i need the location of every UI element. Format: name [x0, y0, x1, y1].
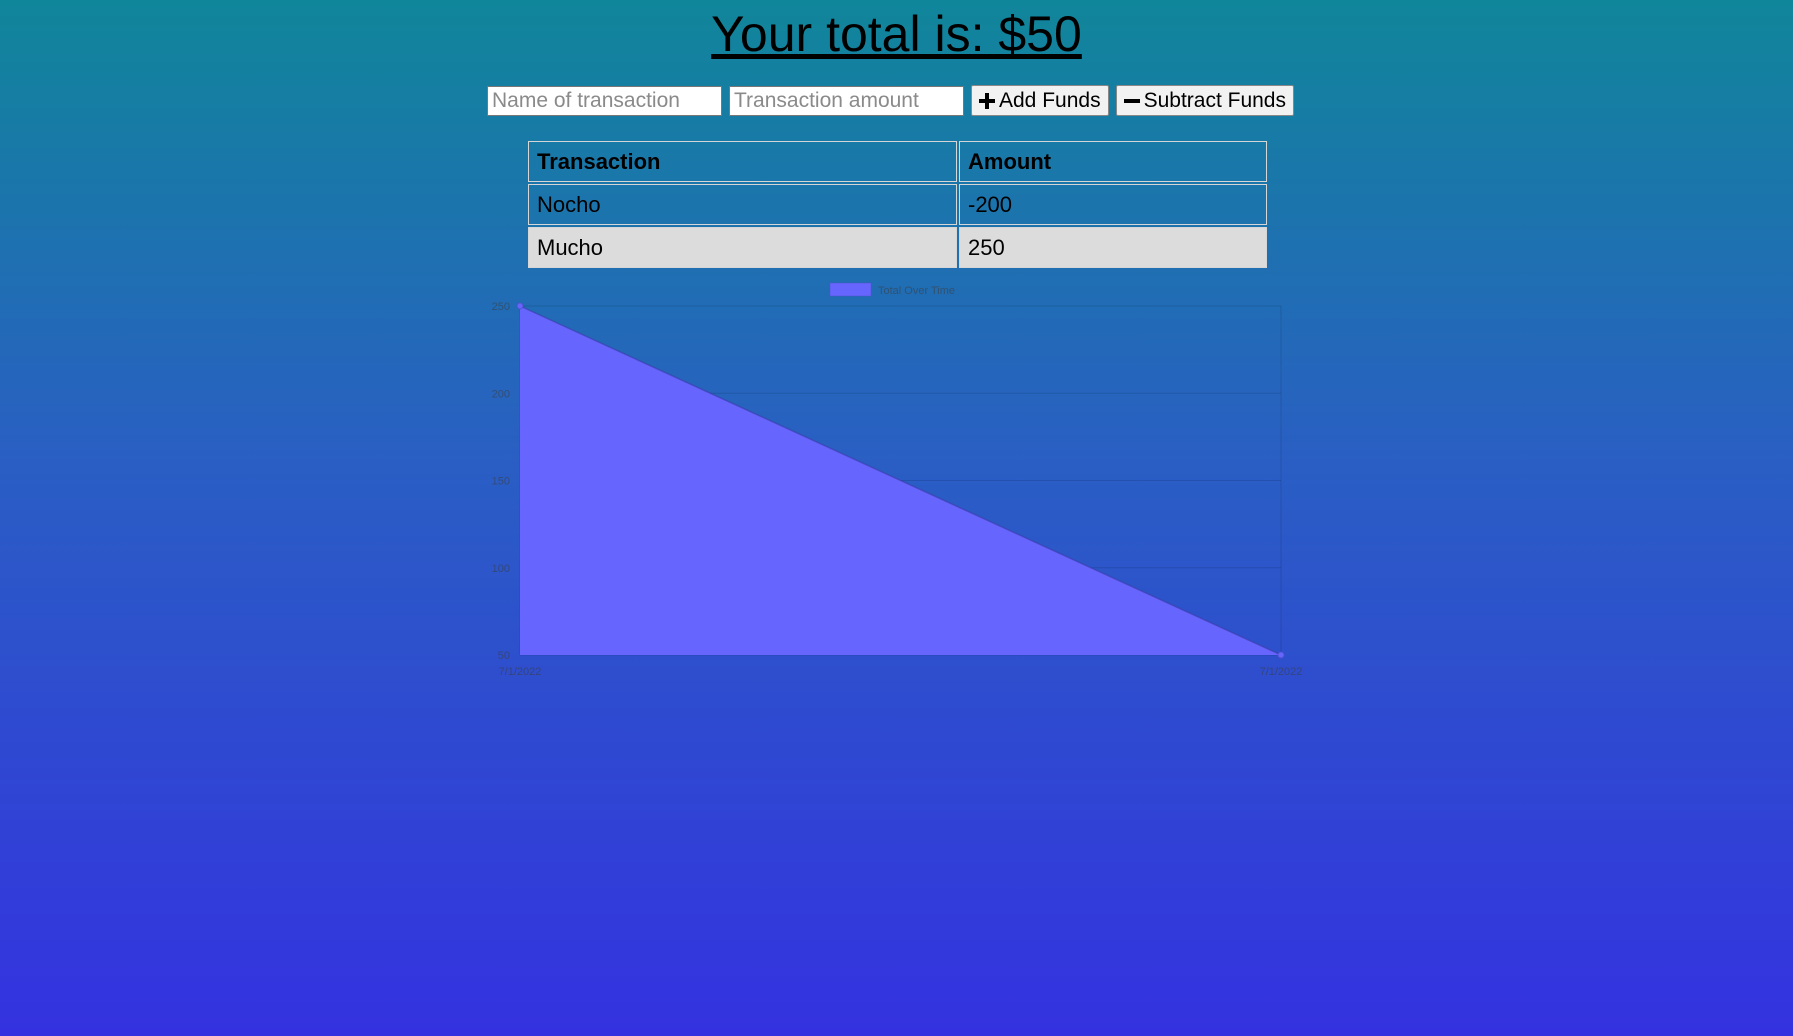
y-tick-label: 250	[492, 301, 510, 313]
y-tick-label: 150	[492, 476, 510, 488]
y-tick-label: 200	[492, 388, 510, 400]
data-point	[516, 302, 524, 310]
x-tick-label: 7/1/2022	[1260, 666, 1303, 678]
legend-swatch	[829, 282, 872, 297]
chart-legend: Total Over Time	[829, 282, 955, 297]
y-tick-label: 50	[498, 650, 510, 662]
total-over-time-chart: 50 100 150 200 250 7/1/2022 7/1/2022 Total Ove…	[492, 282, 1303, 678]
data-point	[1277, 651, 1285, 659]
y-tick-label: 100	[492, 563, 510, 575]
x-tick-label: 7/1/2022	[499, 666, 542, 678]
legend-label: Total Over Time	[878, 285, 955, 297]
